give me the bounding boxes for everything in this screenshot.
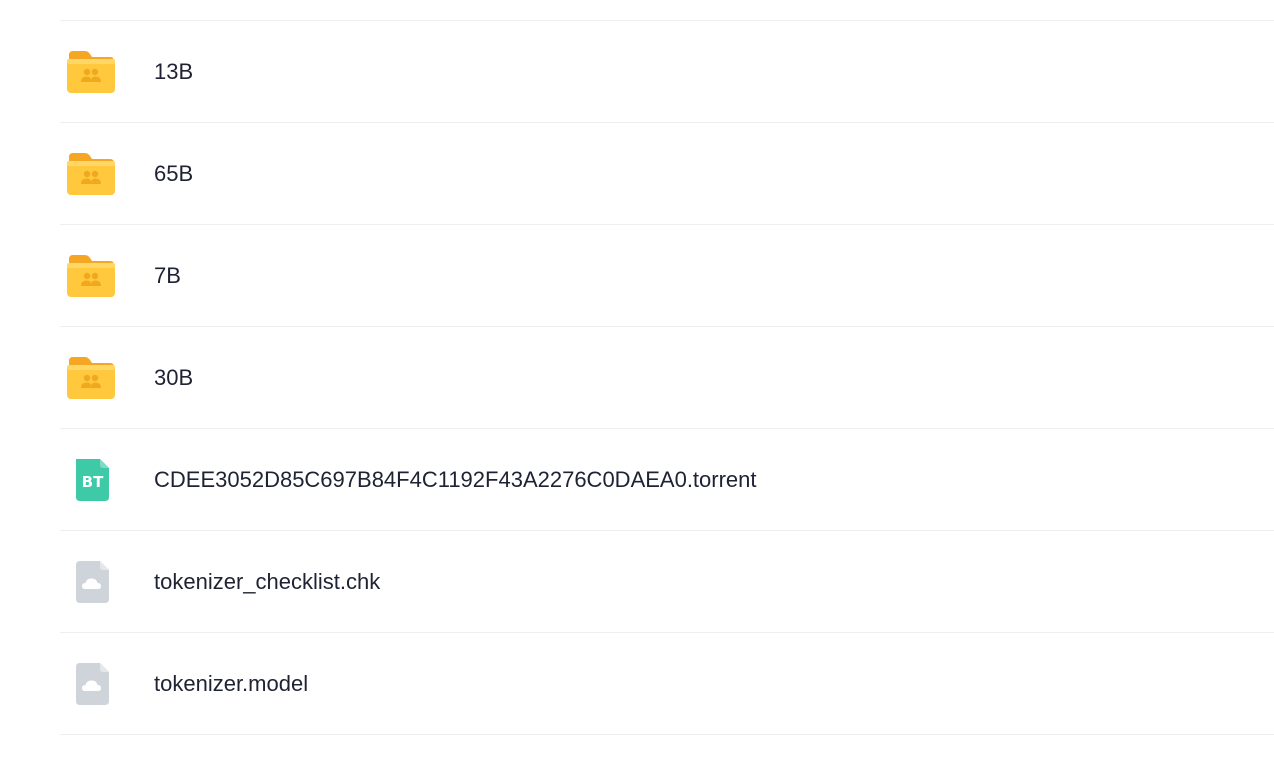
file-row-tokenizer-checklist[interactable]: tokenizer_checklist.chk [60,531,1274,633]
file-row-torrent[interactable]: BT CDEE3052D85C697B84F4C1192F43A2276C0DA… [60,429,1274,531]
file-row-tokenizer-model[interactable]: tokenizer.model [60,633,1274,735]
bt-icon-label: BT [82,473,104,491]
file-name: 30B [154,365,194,390]
bt-torrent-icon: BT [66,457,116,503]
file-row-30b[interactable]: 30B [60,327,1274,429]
shared-folder-icon [66,253,116,299]
file-name: CDEE3052D85C697B84F4C1192F43A2276C0DAEA0… [154,467,757,492]
file-row-7b[interactable]: 7B [60,225,1274,327]
cloud-file-icon [66,559,116,605]
file-name: tokenizer_checklist.chk [154,569,381,594]
file-name: 65B [154,161,194,186]
file-name: 7B [154,263,181,288]
file-list: 13B 65B 7B 30B BT CDEE3052D85C697B84F4C1… [60,0,1274,735]
list-top-divider [60,0,1274,21]
file-row-13b[interactable]: 13B [60,21,1274,123]
shared-folder-icon [66,49,116,95]
file-name: tokenizer.model [154,671,309,696]
cloud-file-icon [66,661,116,707]
file-row-65b[interactable]: 65B [60,123,1274,225]
shared-folder-icon [66,151,116,197]
file-name: 13B [154,59,194,84]
shared-folder-icon [66,355,116,401]
